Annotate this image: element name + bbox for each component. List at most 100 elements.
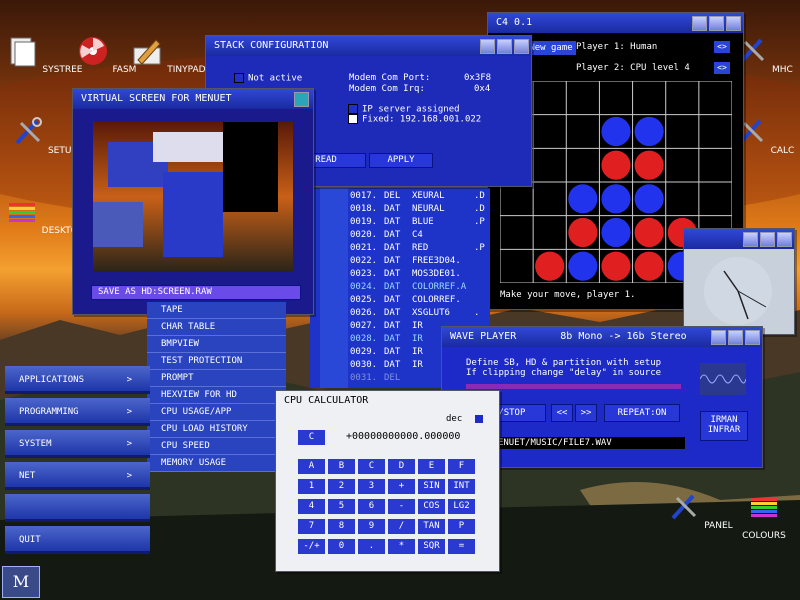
- wave-titlebar[interactable]: WAVE PLAYER 8b Mono -> 16b Stereo: [442, 327, 762, 347]
- minimize-icon[interactable]: [711, 330, 726, 345]
- repeat-button[interactable]: REPEAT:ON: [604, 404, 680, 422]
- file-row[interactable]: 0021. DAT RED .P: [350, 242, 490, 255]
- calc-key[interactable]: B: [328, 459, 355, 474]
- calc-key[interactable]: 0: [328, 539, 355, 554]
- modem-port-value[interactable]: 0x3F8: [464, 73, 491, 83]
- close-icon[interactable]: [514, 39, 529, 54]
- minimize-icon[interactable]: [692, 16, 707, 31]
- minimize-icon[interactable]: [480, 39, 495, 54]
- apply-button[interactable]: APPLY: [369, 153, 433, 168]
- blue-disc: [634, 184, 664, 214]
- calc-key[interactable]: 1: [298, 479, 325, 494]
- calc-key[interactable]: LG2: [448, 499, 475, 514]
- calc-key[interactable]: *: [388, 539, 415, 554]
- minimize-icon[interactable]: [743, 232, 758, 247]
- ip-server-option[interactable]: IP server assigned: [348, 104, 460, 115]
- menuet-logo-button[interactable]: M: [2, 566, 40, 598]
- maximize-icon[interactable]: [497, 39, 512, 54]
- close-icon[interactable]: [726, 16, 741, 31]
- main-menu-item[interactable]: NET >: [5, 462, 150, 490]
- calc-key[interactable]: 9: [358, 519, 385, 534]
- clock-titlebar[interactable]: [684, 229, 794, 249]
- rewind-button[interactable]: <<: [551, 404, 573, 422]
- calc-key[interactable]: C: [358, 459, 385, 474]
- file-cell: .D: [474, 204, 485, 214]
- window-title: STACK CONFIGURATION: [214, 40, 329, 51]
- submenu-item[interactable]: TAPE: [147, 302, 286, 319]
- submenu-item[interactable]: CPU SPEED: [147, 438, 286, 455]
- player2-toggle[interactable]: <>: [714, 62, 730, 74]
- calc-key[interactable]: -: [388, 499, 415, 514]
- wave-progress-bar[interactable]: [466, 384, 681, 389]
- main-menu-item[interactable]: SYSTEM >: [5, 430, 150, 458]
- file-row[interactable]: 0024. DAT COLORREF.A: [350, 281, 490, 294]
- file-row[interactable]: 0018. DAT NEURAL .D: [350, 203, 490, 216]
- calc-key[interactable]: COS: [418, 499, 445, 514]
- player1-toggle[interactable]: <>: [714, 41, 730, 53]
- mode-toggle[interactable]: [475, 415, 483, 423]
- file-row[interactable]: 0026. DAT XSGLUT6.: [350, 307, 490, 320]
- submenu-item[interactable]: HEXVIEW FOR HD: [147, 387, 286, 404]
- file-cell: DAT: [384, 334, 401, 344]
- calc-key[interactable]: P: [448, 519, 475, 534]
- main-menu-item[interactable]: APPLICATIONS >: [5, 366, 150, 394]
- calc-key[interactable]: 3: [358, 479, 385, 494]
- calc-key[interactable]: SIN: [418, 479, 445, 494]
- desktop-icon-tinypad[interactable]: TINYPAD: [128, 34, 208, 75]
- calc-key[interactable]: +: [388, 479, 415, 494]
- calc-key[interactable]: =: [448, 539, 475, 554]
- calc-key[interactable]: 6: [358, 499, 385, 514]
- close-icon[interactable]: [745, 330, 760, 345]
- calc-key[interactable]: A: [298, 459, 325, 474]
- submenu-item[interactable]: MEMORY USAGE: [147, 455, 286, 472]
- file-row[interactable]: 0020. DAT C4: [350, 229, 490, 242]
- calc-key[interactable]: TAN: [418, 519, 445, 534]
- file-cell: DAT: [384, 347, 401, 357]
- calc-key[interactable]: .: [358, 539, 385, 554]
- vscreen-titlebar[interactable]: VIRTUAL SCREEN FOR MENUET: [73, 89, 313, 109]
- stack-titlebar[interactable]: STACK CONFIGURATION: [206, 36, 531, 56]
- calc-key[interactable]: F: [448, 459, 475, 474]
- forward-button[interactable]: >>: [575, 404, 597, 422]
- file-row[interactable]: 0022. DAT FREE3D04.: [350, 255, 490, 268]
- close-icon[interactable]: [777, 232, 792, 247]
- file-row[interactable]: 0019. DAT BLUE .P: [350, 216, 490, 229]
- file-row[interactable]: 0023. DAT MOS3DE01.: [350, 268, 490, 281]
- maximize-icon[interactable]: [709, 16, 724, 31]
- fixed-ip-option[interactable]: Fixed: 192.168.001.022: [348, 114, 481, 125]
- not-active-option[interactable]: Not active: [234, 73, 302, 84]
- desktop-icon-colours[interactable]: COLOURS: [724, 490, 800, 541]
- irman-button[interactable]: IRMAN INFRAR: [700, 411, 748, 441]
- calc-key[interactable]: 2: [328, 479, 355, 494]
- calc-key[interactable]: -/+: [298, 539, 325, 554]
- submenu-item[interactable]: PROMPT: [147, 370, 286, 387]
- close-icon[interactable]: [294, 92, 309, 107]
- calc-key[interactable]: 5: [328, 499, 355, 514]
- modem-irq-value[interactable]: 0x4: [474, 84, 490, 94]
- clear-button[interactable]: C: [298, 430, 325, 445]
- file-row[interactable]: 0025. DAT COLORREF.: [350, 294, 490, 307]
- submenu-item[interactable]: TEST PROTECTION: [147, 353, 286, 370]
- maximize-icon[interactable]: [760, 232, 775, 247]
- calc-key[interactable]: /: [388, 519, 415, 534]
- calc-key[interactable]: 7: [298, 519, 325, 534]
- calc-key[interactable]: 8: [328, 519, 355, 534]
- calc-titlebar[interactable]: CPU CALCULATOR: [276, 391, 499, 411]
- save-screen-button[interactable]: SAVE AS HD:SCREEN.RAW: [91, 285, 301, 300]
- submenu-item[interactable]: CPU LOAD HISTORY: [147, 421, 286, 438]
- calc-key[interactable]: 4: [298, 499, 325, 514]
- calc-key[interactable]: SQR: [418, 539, 445, 554]
- submenu-item[interactable]: CPU USAGE/APP: [147, 404, 286, 421]
- submenu-item[interactable]: CHAR TABLE: [147, 319, 286, 336]
- submenu-item[interactable]: BMPVIEW: [147, 336, 286, 353]
- new-game-button[interactable]: New game: [526, 41, 576, 55]
- desktop-background: SYSTREE FASM TINYPAD SETUP DESKTOP MHC C…: [0, 0, 800, 600]
- main-menu-item[interactable]: PROGRAMMING >: [5, 398, 150, 426]
- calc-key[interactable]: E: [418, 459, 445, 474]
- file-row[interactable]: 0017. DEL XEURAL .D: [350, 190, 490, 203]
- calc-key[interactable]: INT: [448, 479, 475, 494]
- maximize-icon[interactable]: [728, 330, 743, 345]
- c4-titlebar[interactable]: C4 0.1: [488, 13, 743, 33]
- main-menu-item[interactable]: QUIT: [5, 526, 150, 554]
- calc-key[interactable]: D: [388, 459, 415, 474]
